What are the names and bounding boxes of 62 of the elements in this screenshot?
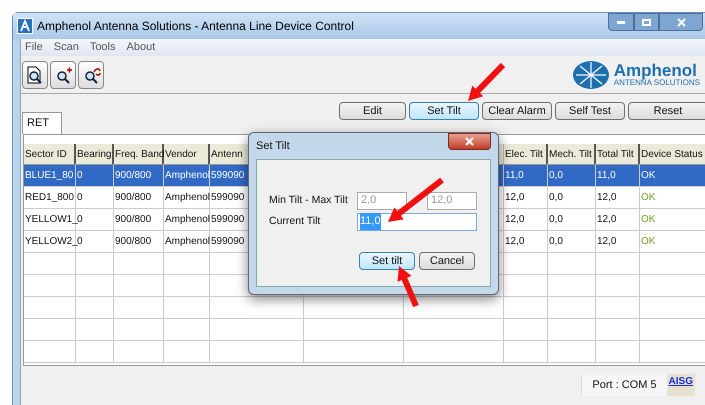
close-button[interactable] [659,13,703,31]
dialog-button[interactable]: Set tilt [359,252,415,270]
table-cell: 0,0 [548,209,596,230]
table-cell: 900/800 [114,187,164,208]
table-cell: 900/800 [114,165,164,186]
port-status: Port : COM 5 [581,374,667,396]
window-title: Amphenol Antenna Solutions - Antenna Line Device Control [37,18,354,35]
action-button[interactable]: Reset [628,102,705,120]
table-cell: 0 [76,165,114,186]
arrow-annotation [397,266,419,308]
table-cell: 0 [76,209,114,230]
table-cell: 12,0 [504,187,548,208]
menu-item[interactable]: Tools [90,39,116,56]
close-icon [465,137,474,146]
search-refresh-icon[interactable] [78,60,104,88]
dialog-button[interactable]: Cancel [419,252,475,270]
aisg-badge: AISG [666,374,695,396]
table-cell: BLUE1_80 [24,165,76,186]
table-cell: 12,0 [596,187,640,208]
minimize-button[interactable] [608,13,634,31]
dialog-title: Set Tilt [256,138,290,154]
maximize-button[interactable] [634,13,659,31]
arrow-annotation [468,62,506,101]
tab[interactable]: RET [22,112,62,134]
table-cell: 0,0 [548,165,596,186]
action-button[interactable]: Set Tilt [409,102,479,120]
table-cell: RED1_800 [24,187,76,208]
app-icon [17,18,33,34]
table-cell: 900/800 [114,209,164,230]
logo-icon [572,60,610,90]
menu-item[interactable]: Scan [54,39,79,56]
table-cell: YELLOW2_ [24,231,76,252]
table-cell: 12,0 [596,209,640,230]
table-cell: 0,0 [548,187,596,208]
table-cell: OK [640,231,705,252]
close-icon [676,18,686,26]
table-cell: YELLOW1_ [24,209,76,230]
table-cell: OK [640,209,705,230]
table-cell: 0 [76,231,114,252]
table-cell: OK [640,165,705,186]
logo-tagline: ANTENNA SOLUTIONS [614,79,700,87]
table-cell: 11,0 [596,165,640,186]
document-search-icon[interactable] [22,60,48,88]
table-cell: Amphenol [164,209,210,230]
logo-name: Amphenol [614,62,697,79]
action-button[interactable]: Self Test [555,102,625,120]
table-cell: OK [640,187,705,208]
table-cell: 11,0 [504,165,548,186]
table-cell: 12,0 [596,231,640,252]
menu-item[interactable]: File [25,39,43,56]
table-cell: 12,0 [504,231,548,252]
table-cell: 900/800 [114,231,164,252]
table-cell: Amphenol [164,231,210,252]
action-button[interactable]: Edit [339,102,406,120]
table-cell: Amphenol [164,187,210,208]
close-button[interactable] [448,133,491,150]
action-button[interactable]: Clear Alarm [482,102,552,120]
table-cell: 0,0 [548,231,596,252]
search-plus-icon[interactable] [50,60,76,88]
table-cell: 12,0 [504,209,548,230]
table-cell: 0 [76,187,114,208]
menu-item[interactable]: About [126,39,156,56]
